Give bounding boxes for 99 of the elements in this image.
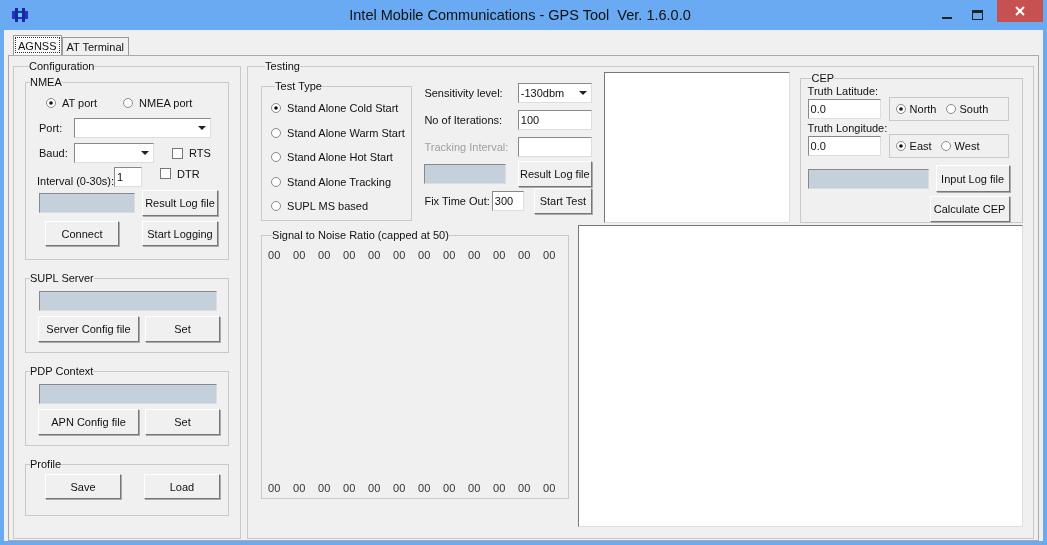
radio-button[interactable] <box>895 141 906 151</box>
field-label: Baud: <box>39 147 69 159</box>
radio-button[interactable] <box>271 152 282 163</box>
button[interactable]: Save <box>45 474 121 499</box>
button[interactable]: APN Config file <box>38 409 139 435</box>
field-label: Interval (0-30s): <box>37 175 115 187</box>
snr-value: 00 <box>393 482 407 494</box>
snr-value: 00 <box>318 249 332 261</box>
checkbox-label: DTR <box>177 167 200 180</box>
snr-value: 00 <box>468 482 482 494</box>
snr-value: 00 <box>418 482 432 494</box>
tab[interactable]: AT Terminal <box>61 37 129 55</box>
checkbox[interactable] <box>172 147 183 159</box>
button[interactable]: Calculate CEP <box>929 196 1010 222</box>
radio-label: West <box>954 140 980 152</box>
checkbox-label: RTS <box>189 147 211 159</box>
snr-value: 00 <box>493 249 507 261</box>
radio-button[interactable] <box>945 104 956 114</box>
checkbox[interactable] <box>160 168 172 179</box>
group-title: Profile <box>30 458 62 470</box>
button[interactable]: Result Log file <box>517 161 592 187</box>
snr-value: 00 <box>268 482 282 494</box>
app-icon <box>12 8 28 22</box>
group-title: Testing <box>265 60 300 72</box>
group-title: Configuration <box>29 60 95 72</box>
group-title: Signal to Noise Ratio (capped at 50) <box>272 229 449 241</box>
radio-label: East <box>909 140 932 152</box>
snr-value: 00 <box>343 482 357 494</box>
input-field[interactable]: 300 <box>491 191 524 211</box>
snr-value: 00 <box>443 249 457 261</box>
maximize-icon[interactable] <box>972 10 983 20</box>
radio-button[interactable] <box>271 103 282 114</box>
dropdown[interactable]: -130dbm <box>517 83 592 103</box>
caret-icon <box>578 91 587 95</box>
snr-value: 00 <box>368 482 382 494</box>
input-field[interactable]: 100 <box>517 110 592 130</box>
radio-label: South <box>959 103 989 115</box>
radio-label: SUPL MS based <box>287 200 368 213</box>
group-title: NMEA <box>30 76 62 88</box>
snr-value: 00 <box>418 249 432 261</box>
snr-value: 00 <box>443 482 457 494</box>
button[interactable]: Connect <box>45 221 119 246</box>
radio-label: NMEA port <box>139 97 193 109</box>
close-icon <box>1015 6 1025 16</box>
radio-button[interactable] <box>271 176 282 187</box>
radio-button[interactable] <box>271 127 282 138</box>
button[interactable]: Start Logging <box>142 221 218 246</box>
button[interactable]: Set <box>145 316 220 342</box>
button[interactable]: Set <box>145 409 220 435</box>
field-label: Truth Longitude: <box>807 122 889 134</box>
button[interactable]: Result Log file <box>142 190 218 216</box>
snr-value: 00 <box>468 249 482 261</box>
snr-value: 00 <box>293 482 307 494</box>
group-title: CEP <box>811 72 835 84</box>
window-title: Intel Mobile Communications - GPS Tool Ver. 1.6.0.0 <box>348 7 692 23</box>
button[interactable]: Start Test <box>533 188 592 214</box>
field-label: Sensitivity level: <box>424 87 503 99</box>
dropdown[interactable] <box>74 118 211 138</box>
snr-value: 00 <box>543 249 557 261</box>
snr-value: 00 <box>543 482 557 494</box>
input-field[interactable]: 0.0 <box>807 136 881 156</box>
radio-label: AT port <box>62 97 98 109</box>
caret-icon <box>141 151 149 155</box>
field-label: Truth Latitude: <box>807 85 880 97</box>
dropdown[interactable] <box>74 143 154 163</box>
snr-value: 00 <box>518 482 532 494</box>
snr-value: 00 <box>343 249 357 261</box>
snr-value: 00 <box>493 482 507 494</box>
button[interactable]: Load <box>144 474 220 499</box>
group-title: SUPL Server <box>30 272 94 284</box>
group-title: Test Type <box>275 80 322 92</box>
snr-value: 00 <box>393 249 407 261</box>
field-label: Port: <box>39 122 64 134</box>
radio-button[interactable] <box>940 141 951 151</box>
snr-value: 00 <box>318 482 332 494</box>
snr-value: 00 <box>518 249 532 261</box>
radio-button[interactable] <box>271 201 282 212</box>
input-field[interactable]: 1 <box>114 167 143 187</box>
snr-value: 00 <box>293 249 307 261</box>
radio-button[interactable] <box>123 98 134 108</box>
radio-label: Stand Alone Cold Start <box>287 102 399 115</box>
field-label: No of Iterations: <box>424 114 503 126</box>
close-button[interactable] <box>997 0 1043 22</box>
caret-icon <box>198 126 206 130</box>
button[interactable]: Input Log file <box>935 165 1010 192</box>
input-field[interactable]: 0.0 <box>807 99 881 119</box>
button[interactable]: Server Config file <box>38 316 139 342</box>
radio-label: North <box>909 103 937 115</box>
field-label: Tracking Interval: <box>424 141 509 153</box>
radio-label: Stand Alone Tracking <box>287 175 392 188</box>
field-label: Fix Time Out: <box>424 195 490 207</box>
radio-label: Stand Alone Warm Start <box>287 126 405 139</box>
radio-button[interactable] <box>46 98 56 108</box>
snr-value: 00 <box>368 249 382 261</box>
tab[interactable]: AGNSS <box>13 35 62 55</box>
group-title: PDP Context <box>30 365 94 377</box>
snr-value: 00 <box>268 249 282 261</box>
radio-label: Stand Alone Hot Start <box>287 151 393 164</box>
radio-button[interactable] <box>895 104 906 114</box>
